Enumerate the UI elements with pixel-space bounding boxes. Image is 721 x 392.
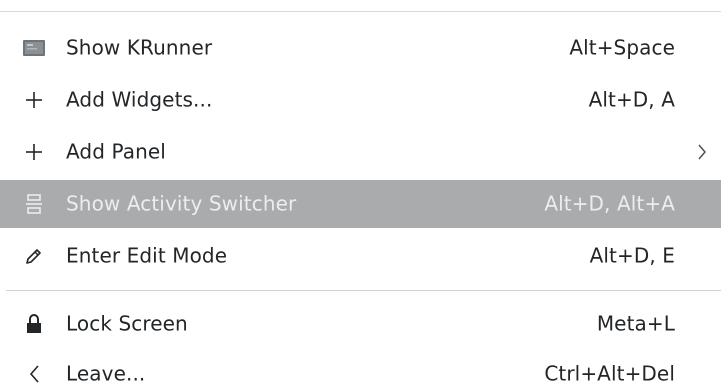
menu-item-shortcut: Ctrl+Alt+Del <box>544 361 675 386</box>
menu-item-shortcut: Alt+Space <box>569 35 675 60</box>
chevron-right-icon <box>695 142 709 162</box>
menu-item-label: Leave... <box>66 361 146 386</box>
menu-item-shortcut: Alt+D, E <box>589 243 675 268</box>
menu-item-shortcut: Meta+L <box>596 311 675 336</box>
menu-item-label: Add Widgets... <box>66 87 213 112</box>
chevron-left-icon <box>22 362 46 386</box>
menu-item-leave[interactable]: Leave... Ctrl+Alt+Del <box>0 350 721 392</box>
menu-item-show-krunner[interactable]: Show KRunner Alt+Space <box>0 24 721 72</box>
menu-item-label: Show KRunner <box>66 35 213 60</box>
menu-item-add-widgets[interactable]: Add Widgets... Alt+D, A <box>0 76 721 124</box>
menu-item-label: Add Panel <box>66 139 166 164</box>
menu-item-shortcut: Alt+D, Alt+A <box>544 191 675 216</box>
menu-item-enter-edit-mode[interactable]: Enter Edit Mode Alt+D, E <box>0 232 721 280</box>
menu-top-edge <box>0 0 721 12</box>
context-menu: Show KRunner Alt+Space Add Widgets... Al… <box>0 0 721 392</box>
menu-item-shortcut: Alt+D, A <box>588 87 675 112</box>
menu-item-label: Lock Screen <box>66 311 188 336</box>
plus-icon <box>22 88 46 112</box>
activities-icon <box>22 192 46 216</box>
menu-item-label: Show Activity Switcher <box>66 191 297 216</box>
plus-icon <box>22 140 46 164</box>
menu-item-lock-screen[interactable]: Lock Screen Meta+L <box>0 300 721 348</box>
pencil-icon <box>22 244 46 268</box>
krunner-icon <box>22 36 46 60</box>
menu-item-label: Enter Edit Mode <box>66 243 228 268</box>
lock-icon <box>22 312 46 336</box>
menu-item-add-panel[interactable]: Add Panel <box>0 128 721 176</box>
menu-item-show-activity-switcher[interactable]: Show Activity Switcher Alt+D, Alt+A <box>0 180 721 228</box>
menu-separator <box>6 290 721 291</box>
